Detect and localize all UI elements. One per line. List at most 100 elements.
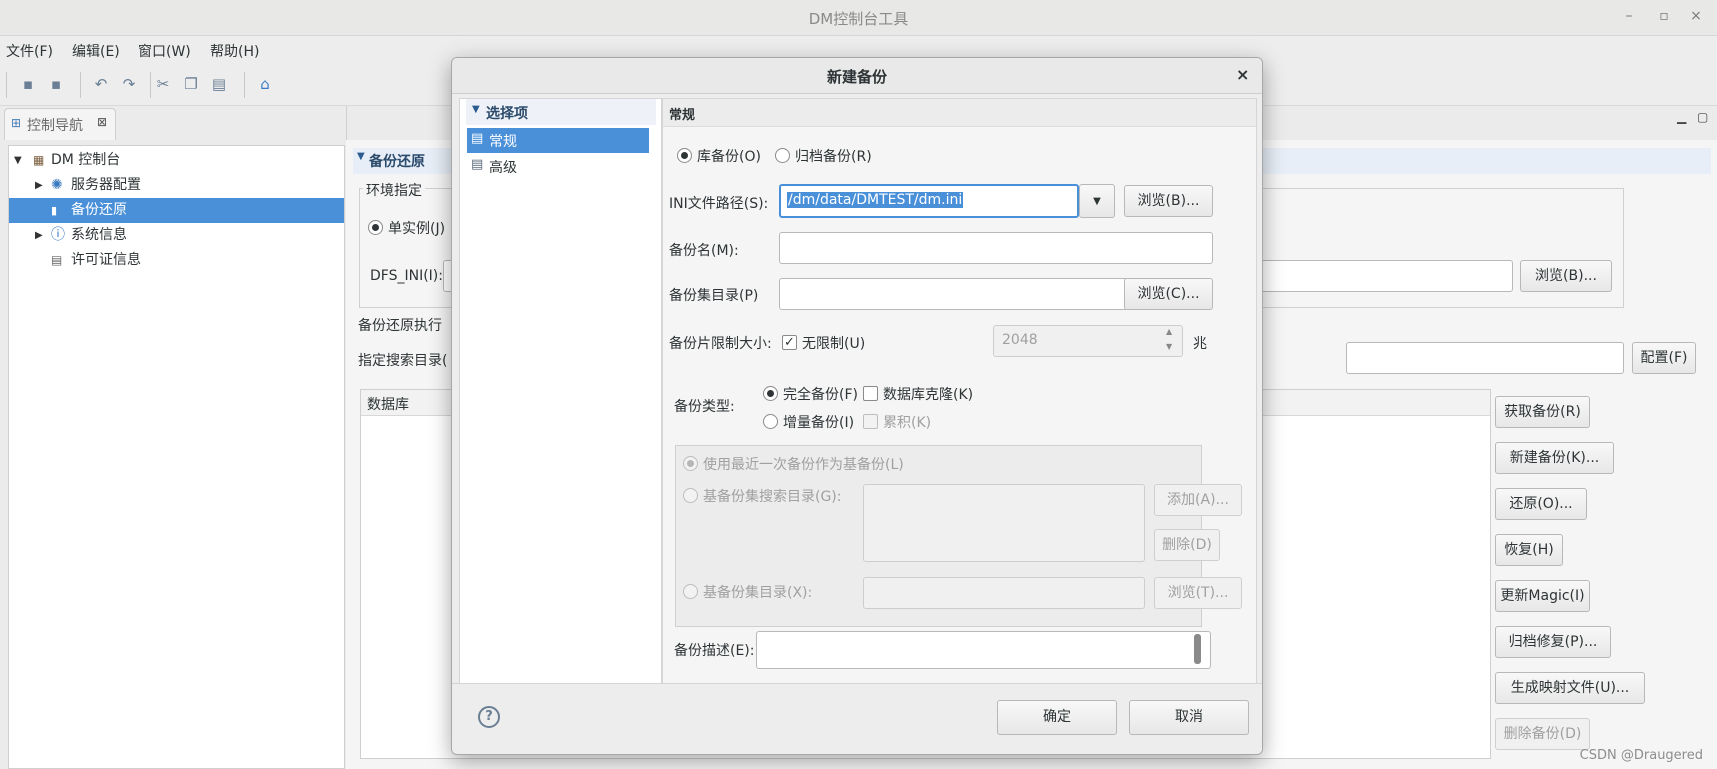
add-dir-button[interactable]: 添加(A)... bbox=[1154, 484, 1242, 516]
full-backup-radio[interactable] bbox=[763, 386, 778, 401]
copy-icon[interactable]: ❐ bbox=[181, 74, 201, 94]
minimize-view-icon[interactable]: ▁ bbox=[1677, 110, 1686, 124]
archive-repair-button[interactable]: 归档修复(P)... bbox=[1495, 626, 1611, 658]
close-window-button[interactable]: × bbox=[1686, 8, 1706, 24]
unlimited-checkbox[interactable]: ✓ bbox=[782, 335, 797, 350]
close-tab-icon[interactable]: ⊠ bbox=[97, 115, 107, 129]
delete-dir-button[interactable]: 删除(D) bbox=[1154, 529, 1220, 561]
collapse-options-icon[interactable]: ▼ bbox=[472, 104, 480, 115]
search-dir-field[interactable] bbox=[1346, 342, 1624, 374]
tree-label: DM 控制台 bbox=[51, 152, 121, 168]
cut-icon[interactable]: ✂ bbox=[153, 74, 173, 94]
exec-label: 备份还原执行 bbox=[358, 318, 442, 334]
backup-name-input[interactable] bbox=[779, 232, 1213, 264]
backup-type-label: 备份类型: bbox=[674, 399, 735, 415]
tab-control-navigation[interactable]: ⊞ 控制导航 ⊠ bbox=[4, 108, 116, 140]
piece-size-spinner[interactable]: 2048 ▲ ▼ bbox=[993, 325, 1183, 357]
backup-name-label: 备份名(M): bbox=[669, 243, 739, 259]
expand-icon[interactable]: ▼ bbox=[14, 148, 22, 173]
dialog-title: 新建备份 bbox=[826, 68, 887, 86]
menu-file[interactable]: 文件(F) bbox=[6, 41, 53, 61]
search-dir-label: 指定搜索目录( bbox=[358, 353, 448, 369]
db-backup-radio[interactable] bbox=[677, 148, 692, 163]
dialog-footer: ? 确定 取消 bbox=[452, 683, 1262, 754]
fetch-backup-button[interactable]: 获取备份(R) bbox=[1495, 396, 1590, 428]
collapse-section-icon[interactable]: ▼ bbox=[357, 151, 365, 162]
home-icon[interactable]: ⌂ bbox=[255, 74, 275, 94]
options-header: ▼ 选择项 bbox=[466, 99, 656, 125]
tree-item-backup-restore[interactable]: ▮ 备份还原 bbox=[9, 198, 344, 223]
new-backup-button[interactable]: 新建备份(K)... bbox=[1495, 442, 1614, 474]
collapse-icon[interactable]: ▶ bbox=[35, 223, 43, 248]
collapse-icon[interactable]: ▶ bbox=[35, 173, 43, 198]
menu-help[interactable]: 帮助(H) bbox=[210, 41, 259, 61]
clone-checkbox[interactable] bbox=[863, 386, 878, 401]
base-dir-radio[interactable] bbox=[683, 584, 698, 599]
description-input[interactable] bbox=[756, 631, 1211, 669]
tree-item-dm-console[interactable]: ▼ ▦ DM 控制台 bbox=[9, 148, 344, 173]
dialog-close-icon[interactable]: × bbox=[1236, 65, 1249, 84]
backup-dir-label: 备份集目录(P) bbox=[669, 288, 759, 304]
ini-dropdown-button[interactable]: ▼ bbox=[1079, 184, 1115, 218]
config-button[interactable]: 配置(F) bbox=[1632, 342, 1696, 374]
ok-button[interactable]: 确定 bbox=[997, 700, 1117, 735]
browse-dir-button[interactable]: 浏览(C)... bbox=[1124, 278, 1213, 310]
option-general[interactable]: ▤ 常规 bbox=[467, 128, 649, 153]
backup-dir-input[interactable] bbox=[779, 278, 1143, 310]
paste-icon[interactable]: ▤ bbox=[209, 74, 229, 94]
restore-button[interactable]: 还原(O)... bbox=[1495, 488, 1587, 520]
spin-up-icon[interactable]: ▲ bbox=[1166, 327, 1172, 336]
scrollbar-thumb[interactable] bbox=[1194, 634, 1201, 664]
minimize-button[interactable]: – bbox=[1619, 8, 1639, 24]
redo-icon[interactable]: ↷ bbox=[119, 74, 139, 94]
description-label: 备份描述(E): bbox=[674, 643, 755, 659]
window-title: DM控制台工具 bbox=[808, 10, 909, 28]
delete-backup-button[interactable]: 删除备份(D) bbox=[1495, 718, 1590, 750]
single-instance-radio[interactable] bbox=[368, 220, 383, 235]
cancel-button[interactable]: 取消 bbox=[1129, 700, 1249, 735]
incremental-radio[interactable] bbox=[763, 414, 778, 429]
menu-window[interactable]: 窗口(W) bbox=[138, 41, 191, 61]
use-latest-radio[interactable] bbox=[683, 456, 698, 471]
save-all-icon[interactable]: ▪ bbox=[46, 74, 66, 94]
title-bar: DM控制台工具 – ▫ × bbox=[0, 0, 1717, 36]
tree-item-system-info[interactable]: ▶ ⓘ 系统信息 bbox=[9, 223, 344, 248]
archive-backup-label: 归档备份(R) bbox=[795, 149, 872, 165]
browse-dfs-button[interactable]: 浏览(B)... bbox=[1520, 260, 1612, 292]
watermark: CSDN @Draugered bbox=[1579, 748, 1703, 763]
update-magic-button[interactable]: 更新Magic(I) bbox=[1495, 580, 1590, 612]
piece-limit-label: 备份片限制大小: bbox=[669, 336, 772, 352]
option-advanced[interactable]: ▤ 高级 bbox=[467, 154, 649, 179]
base-search-dir-radio[interactable] bbox=[683, 488, 698, 503]
generate-mapping-button[interactable]: 生成映射文件(U)... bbox=[1495, 672, 1645, 704]
chevron-down-icon: ▼ bbox=[1093, 196, 1101, 207]
navigation-icon: ⊞ bbox=[11, 116, 22, 130]
browse-base-dir-button[interactable]: 浏览(T)... bbox=[1154, 577, 1242, 609]
menu-edit[interactable]: 编辑(E) bbox=[72, 41, 120, 61]
browse-ini-button[interactable]: 浏览(B)... bbox=[1124, 185, 1213, 217]
base-dir-input[interactable] bbox=[863, 577, 1145, 609]
tree-item-server-config[interactable]: ▶ ✺ 服务器配置 bbox=[9, 173, 344, 198]
tree-item-license-info[interactable]: ▤ 许可证信息 bbox=[9, 248, 344, 273]
base-dir-label: 基备份集目录(X): bbox=[703, 585, 813, 601]
tree-label: 服务器配置 bbox=[71, 177, 141, 193]
recover-button[interactable]: 恢复(H) bbox=[1495, 534, 1563, 566]
single-instance-label: 单实例(J) bbox=[388, 221, 446, 237]
help-icon[interactable]: ? bbox=[478, 706, 500, 728]
dfs-ini-label: DFS_INI(I): bbox=[370, 268, 443, 284]
archive-backup-radio[interactable] bbox=[775, 148, 790, 163]
maximize-view-icon[interactable]: ▢ bbox=[1697, 110, 1708, 124]
tab-label: 控制导航 bbox=[27, 118, 83, 134]
spin-down-icon[interactable]: ▼ bbox=[1166, 342, 1172, 351]
general-form: 常规 库备份(O) 归档备份(R) INI文件路径(S): /dm/data/D… bbox=[662, 98, 1257, 738]
cumulative-checkbox[interactable] bbox=[863, 414, 878, 429]
form-title: 常规 bbox=[669, 108, 696, 123]
maximize-button[interactable]: ▫ bbox=[1654, 8, 1674, 24]
piece-size-value: 2048 bbox=[1002, 332, 1038, 348]
tree-label: 许可证信息 bbox=[71, 252, 141, 268]
base-search-dir-list[interactable] bbox=[863, 484, 1145, 562]
save-icon[interactable]: ▪ bbox=[18, 74, 38, 94]
undo-icon[interactable]: ↶ bbox=[91, 74, 111, 94]
ini-path-input[interactable]: /dm/data/DMTEST/dm.ini bbox=[779, 184, 1079, 218]
db-backup-label: 库备份(O) bbox=[697, 149, 761, 165]
